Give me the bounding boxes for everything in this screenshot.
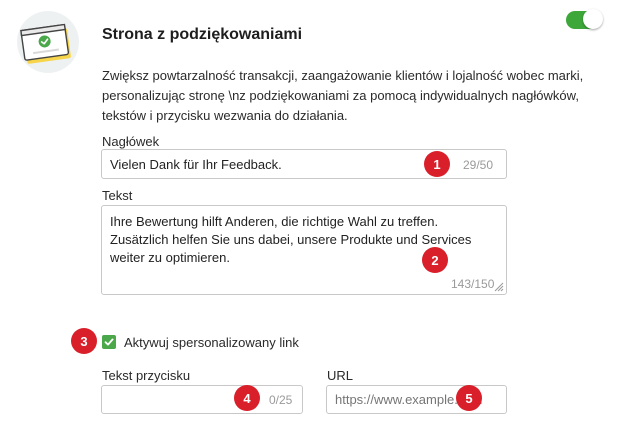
annotation-badge-2: 2 bbox=[422, 247, 448, 273]
check-icon bbox=[104, 338, 114, 346]
section-description: Zwiększ powtarzalność transakcji, zaanga… bbox=[102, 68, 584, 123]
text-textarea[interactable]: Ihre Bewertung hilft Anderen, die richti… bbox=[101, 205, 507, 295]
section-title: Strona z podziękowaniami bbox=[102, 26, 303, 43]
thank-you-page-settings: Strona z podziękowaniami Zwiększ powtarz… bbox=[0, 0, 618, 422]
text-label: Tekst bbox=[102, 188, 133, 203]
text-char-counter: 143/150 bbox=[451, 277, 495, 291]
url-label: URL bbox=[327, 368, 354, 383]
button-text-label: Tekst przycisku bbox=[102, 368, 191, 383]
headline-label: Nagłówek bbox=[102, 134, 160, 149]
annotation-badge-1: 1 bbox=[424, 151, 450, 177]
headline-char-counter: 29/50 bbox=[463, 158, 494, 172]
enable-toggle[interactable] bbox=[566, 9, 603, 29]
annotation-badge-3: 3 bbox=[71, 328, 97, 354]
button-text-char-counter: 0/25 bbox=[269, 393, 293, 407]
personalized-link-label: Aktywuj spersonalizowany link bbox=[124, 335, 299, 350]
annotation-badge-4: 4 bbox=[234, 385, 260, 411]
toggle-knob bbox=[583, 9, 603, 29]
thank-you-page-illustration bbox=[16, 10, 80, 74]
annotation-badge-5: 5 bbox=[456, 385, 482, 411]
personalized-link-checkbox[interactable] bbox=[102, 335, 116, 349]
